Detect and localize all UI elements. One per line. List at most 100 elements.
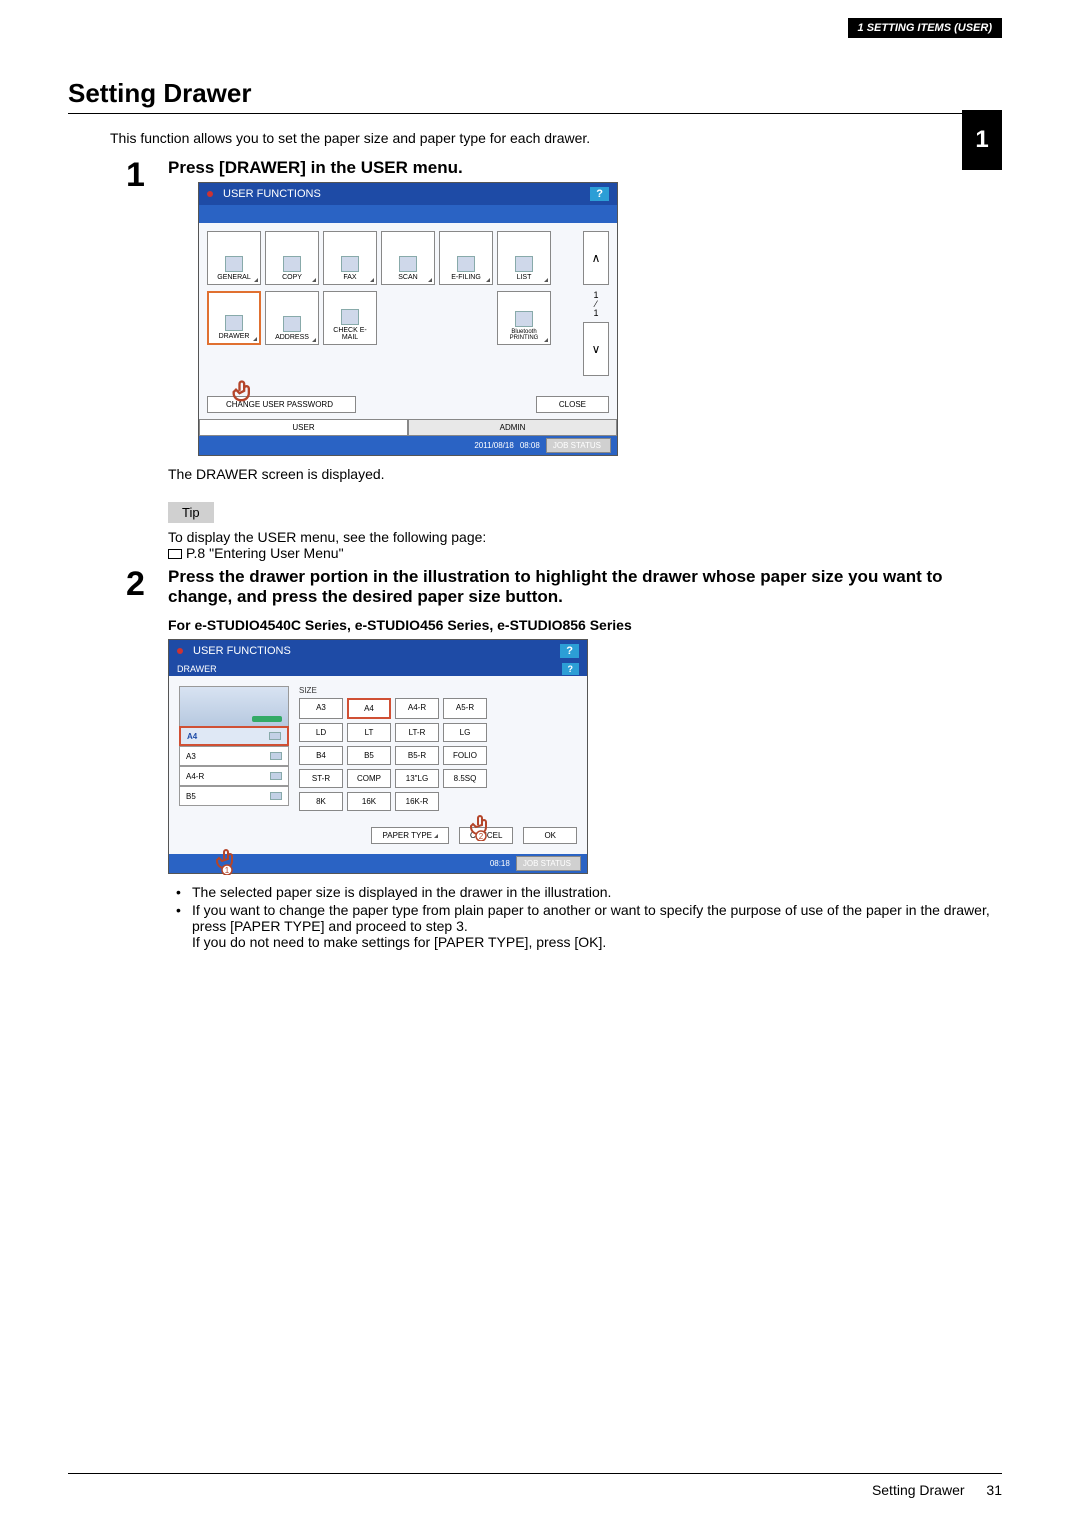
scroll-down-button[interactable]: ∨ — [583, 322, 609, 376]
ok-button[interactable]: OK — [523, 827, 577, 844]
book-icon — [168, 549, 182, 559]
paper-slot-icon — [270, 772, 282, 780]
page-reference: P.8 "Entering User Menu" — [168, 545, 1002, 561]
callout-hand-2: 2 — [467, 813, 495, 841]
paper-slot-icon — [270, 752, 282, 760]
close-button[interactable]: CLOSE — [536, 396, 609, 413]
paper-slot-icon — [270, 792, 282, 800]
page-fraction: 1⁄1 — [583, 291, 609, 318]
size-ltr[interactable]: LT-R — [395, 723, 439, 742]
drawer-4[interactable]: B5 — [179, 786, 289, 806]
job-status-label: JOB STATUS — [553, 441, 601, 450]
copy-icon — [283, 256, 301, 272]
job-status-button[interactable]: JOB STATUS — [546, 438, 611, 453]
tile-efiling-label: E-FILING — [451, 274, 481, 281]
size-16kr[interactable]: 16K-R — [395, 792, 439, 811]
page-content: Setting Drawer This function allows you … — [0, 0, 1080, 998]
address-icon — [283, 316, 301, 332]
size-13lg[interactable]: 13"LG — [395, 769, 439, 788]
tile-fax[interactable]: FAX — [323, 231, 377, 285]
tile-address[interactable]: ADDRESS — [265, 291, 319, 345]
bluetooth-icon — [515, 311, 533, 327]
panel1-row2: DRAWER ADDRESS CHECK E-MAIL Bluetooth PR… — [207, 291, 609, 376]
size-85sq[interactable]: 8.5SQ — [443, 769, 487, 788]
callout-hand-1: 1 — [213, 847, 241, 875]
bullet-1: The selected paper size is displayed in … — [176, 884, 1002, 900]
email-icon — [341, 309, 359, 325]
svg-text:2: 2 — [479, 832, 484, 841]
svg-text:1: 1 — [225, 866, 230, 875]
size-buttons: A3 A4 A4-R A5-R LD LT LT-R LG B4 B5 B5-R… — [299, 698, 487, 811]
tile-copy-label: COPY — [282, 274, 302, 281]
size-a4[interactable]: A4 — [347, 698, 391, 719]
drawer-2[interactable]: A3 — [179, 746, 289, 766]
scroll-up-button[interactable]: ∧ — [583, 231, 609, 285]
drawer-1[interactable]: A4 — [179, 726, 289, 746]
drawer-3-label: A4-R — [186, 772, 204, 781]
help-icon[interactable]: ? — [562, 663, 580, 675]
tile-general[interactable]: GENERAL — [207, 231, 261, 285]
size-b5r[interactable]: B5-R — [395, 746, 439, 765]
for-series-line: For e-STUDIO4540C Series, e-STUDIO456 Se… — [168, 617, 1002, 633]
step-2: 2 Press the drawer portion in the illust… — [126, 567, 1002, 952]
footer-rule — [68, 1473, 1002, 1474]
panel1-title: USER FUNCTIONS — [223, 188, 321, 200]
scan-icon — [399, 256, 417, 272]
tile-scan[interactable]: SCAN — [381, 231, 435, 285]
chapter-side-tab: 1 — [962, 110, 1002, 170]
size-a4r[interactable]: A4-R — [395, 698, 439, 719]
panel1-time: 08:08 — [520, 441, 540, 450]
size-a3[interactable]: A3 — [299, 698, 343, 719]
tile-drawer[interactable]: DRAWER — [207, 291, 261, 345]
size-8k[interactable]: 8K — [299, 792, 343, 811]
tile-efiling[interactable]: E-FILING — [439, 231, 493, 285]
drawer-3[interactable]: A4-R — [179, 766, 289, 786]
help-icon[interactable]: ? — [590, 187, 609, 201]
chapter-header: 1 SETTING ITEMS (USER) — [848, 18, 1002, 38]
tile-general-label: GENERAL — [217, 274, 250, 281]
panel-logo-icon — [207, 191, 213, 197]
tile-list[interactable]: LIST — [497, 231, 551, 285]
size-lg[interactable]: LG — [443, 723, 487, 742]
panel2-time: 08:18 — [490, 859, 510, 868]
fax-icon — [341, 256, 359, 272]
paper-type-button[interactable]: PAPER TYPE — [371, 827, 449, 844]
tab-admin[interactable]: ADMIN — [408, 419, 617, 436]
step1-after: The DRAWER screen is displayed. — [168, 466, 1002, 482]
job-status-button[interactable]: JOB STATUS — [516, 856, 581, 871]
tile-check-email[interactable]: CHECK E-MAIL — [323, 291, 377, 345]
drawer-panel: USER FUNCTIONS ? DRAWER? A4 A3 A4-R B5 S… — [168, 639, 588, 874]
size-b4[interactable]: B4 — [299, 746, 343, 765]
tile-fax-label: FAX — [343, 274, 356, 281]
size-ld[interactable]: LD — [299, 723, 343, 742]
size-lt[interactable]: LT — [347, 723, 391, 742]
tab-user[interactable]: USER — [199, 419, 408, 436]
list-icon — [515, 256, 533, 272]
drawer-1-label: A4 — [187, 732, 197, 741]
tile-bluetooth[interactable]: Bluetooth PRINTING — [497, 291, 551, 345]
tile-check-email-label: CHECK E-MAIL — [326, 327, 374, 341]
size-comp[interactable]: COMP — [347, 769, 391, 788]
tile-copy[interactable]: COPY — [265, 231, 319, 285]
step-2-number: 2 — [126, 567, 156, 952]
step2-bullets: The selected paper size is displayed in … — [176, 884, 1002, 950]
size-folio[interactable]: FOLIO — [443, 746, 487, 765]
drawer-icon — [225, 315, 243, 331]
panel1-subbar — [199, 205, 617, 223]
tip-label: Tip — [168, 502, 214, 523]
hand-pointer-icon — [229, 378, 257, 406]
general-icon — [225, 256, 243, 272]
step-1-title: Press [DRAWER] in the USER menu. — [168, 158, 1002, 178]
tile-drawer-label: DRAWER — [219, 333, 250, 340]
help-icon[interactable]: ? — [560, 644, 579, 658]
size-b5[interactable]: B5 — [347, 746, 391, 765]
size-a5r[interactable]: A5-R — [443, 698, 487, 719]
page-footer: Setting Drawer 31 — [872, 1482, 1002, 1498]
tile-scan-label: SCAN — [398, 274, 417, 281]
user-functions-panel: USER FUNCTIONS ? GENERAL COPY FAX SCAN E… — [198, 182, 618, 456]
size-16k[interactable]: 16K — [347, 792, 391, 811]
panel2-titlebar: USER FUNCTIONS ? — [169, 640, 587, 662]
size-str[interactable]: ST-R — [299, 769, 343, 788]
section-rule — [68, 113, 1002, 114]
tile-address-label: ADDRESS — [275, 334, 309, 341]
